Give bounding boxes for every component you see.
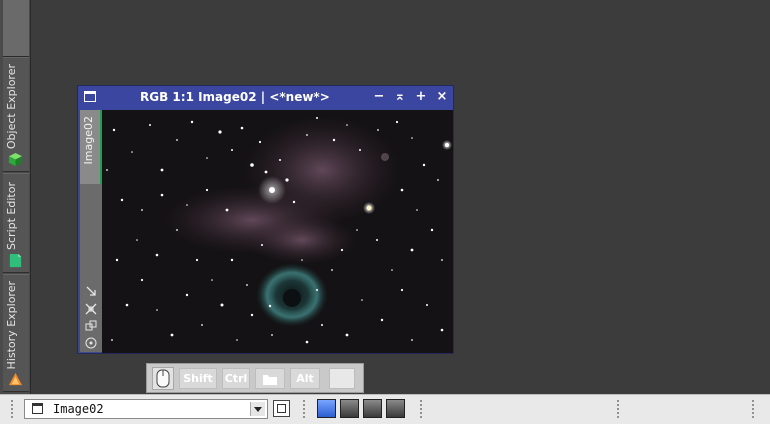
view-selector-dropdown[interactable]: Image02 bbox=[24, 399, 268, 419]
folder-key-indicator bbox=[255, 368, 285, 389]
tab-object-explorer[interactable]: Object Explorer bbox=[3, 57, 29, 172]
toolbar-grip[interactable] bbox=[751, 399, 755, 419]
rgb-channel-button[interactable] bbox=[317, 399, 336, 418]
green-cube-icon bbox=[8, 152, 23, 167]
view-selector-value: Image02 bbox=[53, 402, 104, 416]
target-icon[interactable] bbox=[84, 336, 98, 350]
window-menu-icon[interactable] bbox=[84, 91, 96, 102]
minimize-button[interactable]: − bbox=[371, 89, 387, 105]
toolbar-grip[interactable] bbox=[616, 399, 620, 419]
zoom-to-fit-icon[interactable] bbox=[84, 284, 98, 298]
astro-image-canvas[interactable] bbox=[102, 110, 453, 353]
folder-icon bbox=[263, 375, 277, 385]
tab-label: Script Editor bbox=[5, 182, 18, 250]
close-button[interactable]: × bbox=[434, 89, 450, 105]
toolbar-grip[interactable] bbox=[10, 399, 14, 419]
blue-channel-button[interactable] bbox=[386, 399, 405, 418]
history-icon bbox=[8, 372, 23, 386]
toolbar-grip[interactable] bbox=[302, 399, 306, 419]
clone-view-icon[interactable] bbox=[84, 319, 98, 333]
dock-tab-collapsed[interactable] bbox=[3, 0, 29, 57]
tab-label: Object Explorer bbox=[5, 63, 18, 149]
green-channel-button[interactable] bbox=[363, 399, 382, 418]
shade-button[interactable]: ⌅ bbox=[392, 89, 408, 105]
image-window-title: RGB 1:1 Image02 | <*new*> bbox=[140, 90, 330, 104]
nebula-image bbox=[102, 110, 453, 353]
image-window-titlebar[interactable]: RGB 1:1 Image02 | <*new*> − ⌅ + × bbox=[78, 86, 453, 110]
image-window[interactable]: RGB 1:1 Image02 | <*new*> − ⌅ + × Image0… bbox=[77, 85, 454, 354]
view-side-panel: Image02 bbox=[80, 110, 102, 352]
view-tab-label: Image02 bbox=[82, 116, 95, 165]
chevron-down-icon[interactable] bbox=[250, 402, 265, 416]
crosshair-icon[interactable] bbox=[84, 302, 98, 316]
tab-label: History Explorer bbox=[5, 280, 18, 369]
maximize-button[interactable]: + bbox=[413, 89, 429, 105]
tab-script-editor[interactable]: Script Editor bbox=[3, 173, 29, 273]
mouse-icon bbox=[152, 367, 174, 390]
modifier-keys-panel: Shift Ctrl Alt bbox=[146, 363, 364, 393]
shift-key-indicator: Shift bbox=[179, 368, 217, 389]
tab-history-explorer[interactable]: History Explorer bbox=[3, 274, 29, 392]
bottom-toolbar: Image02 bbox=[0, 394, 770, 424]
document-icon bbox=[9, 253, 22, 268]
ctrl-key-indicator: Ctrl bbox=[222, 368, 250, 389]
red-channel-button[interactable] bbox=[340, 399, 359, 418]
window-icon bbox=[32, 403, 43, 414]
toolbar-grip[interactable] bbox=[419, 399, 423, 419]
new-window-button[interactable] bbox=[273, 400, 290, 417]
view-tab-image02[interactable]: Image02 bbox=[80, 110, 102, 184]
extra-key-indicator bbox=[329, 368, 355, 389]
alt-key-indicator: Alt bbox=[290, 368, 320, 389]
left-dock-strip: Object Explorer Script Editor History Ex… bbox=[0, 0, 31, 394]
